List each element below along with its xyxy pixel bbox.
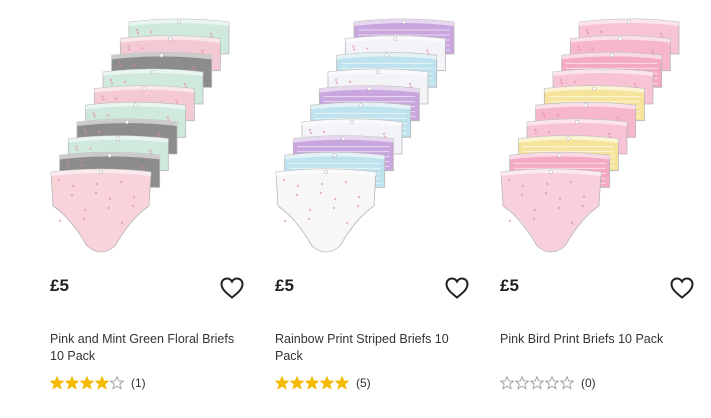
- heart-outline-icon: [445, 277, 469, 299]
- star-empty-icon: [530, 376, 544, 390]
- wishlist-button[interactable]: [219, 276, 245, 300]
- star-filled-icon: [320, 376, 334, 390]
- star-filled-icon: [65, 376, 79, 390]
- pink-bird-print-briefs-image[interactable]: [484, 8, 699, 266]
- pink-mint-floral-briefs-image[interactable]: [34, 8, 249, 266]
- wishlist-button[interactable]: [444, 276, 470, 300]
- product-title-link[interactable]: Pink Bird Print Briefs 10 Pack: [500, 331, 695, 348]
- star-filled-icon: [290, 376, 304, 390]
- product-title-link[interactable]: Pink and Mint Green Floral Briefs 10 Pac…: [50, 331, 245, 365]
- star-filled-icon: [95, 376, 109, 390]
- product-title-link[interactable]: Rainbow Print Striped Briefs 10 Pack: [275, 331, 470, 365]
- star-rating[interactable]: (1): [50, 375, 146, 391]
- product-price: £5: [50, 276, 69, 295]
- heart-outline-icon: [220, 277, 244, 299]
- rating-count: (0): [581, 376, 596, 390]
- star-empty-icon: [110, 376, 124, 390]
- star-filled-icon: [80, 376, 94, 390]
- star-filled-icon: [50, 376, 64, 390]
- wishlist-button[interactable]: [669, 276, 695, 300]
- brief-layer: [275, 168, 377, 253]
- star-rating[interactable]: (5): [275, 375, 371, 391]
- star-filled-icon: [275, 376, 289, 390]
- star-empty-icon: [560, 376, 574, 390]
- rating-count: (1): [131, 376, 146, 390]
- star-filled-icon: [305, 376, 319, 390]
- star-empty-icon: [515, 376, 529, 390]
- product-price: £5: [500, 276, 519, 295]
- brief-layer: [500, 168, 602, 253]
- product-price: £5: [275, 276, 294, 295]
- star-empty-icon: [500, 376, 514, 390]
- rating-count: (5): [356, 376, 371, 390]
- product-grid: £5 Pink and Mint Green Floral Briefs 10 P…: [0, 0, 711, 418]
- brief-layer: [50, 168, 152, 253]
- product-card[interactable]: £5 Pink Bird Print Briefs 10 Pack (0): [484, 0, 699, 418]
- star-filled-icon: [335, 376, 349, 390]
- product-card[interactable]: £5 Rainbow Print Striped Briefs 10 Pack (5…: [259, 0, 474, 418]
- product-card[interactable]: £5 Pink and Mint Green Floral Briefs 10 P…: [34, 0, 249, 418]
- star-rating[interactable]: (0): [500, 375, 596, 391]
- heart-outline-icon: [670, 277, 694, 299]
- rainbow-striped-briefs-image[interactable]: [259, 8, 474, 266]
- star-empty-icon: [545, 376, 559, 390]
